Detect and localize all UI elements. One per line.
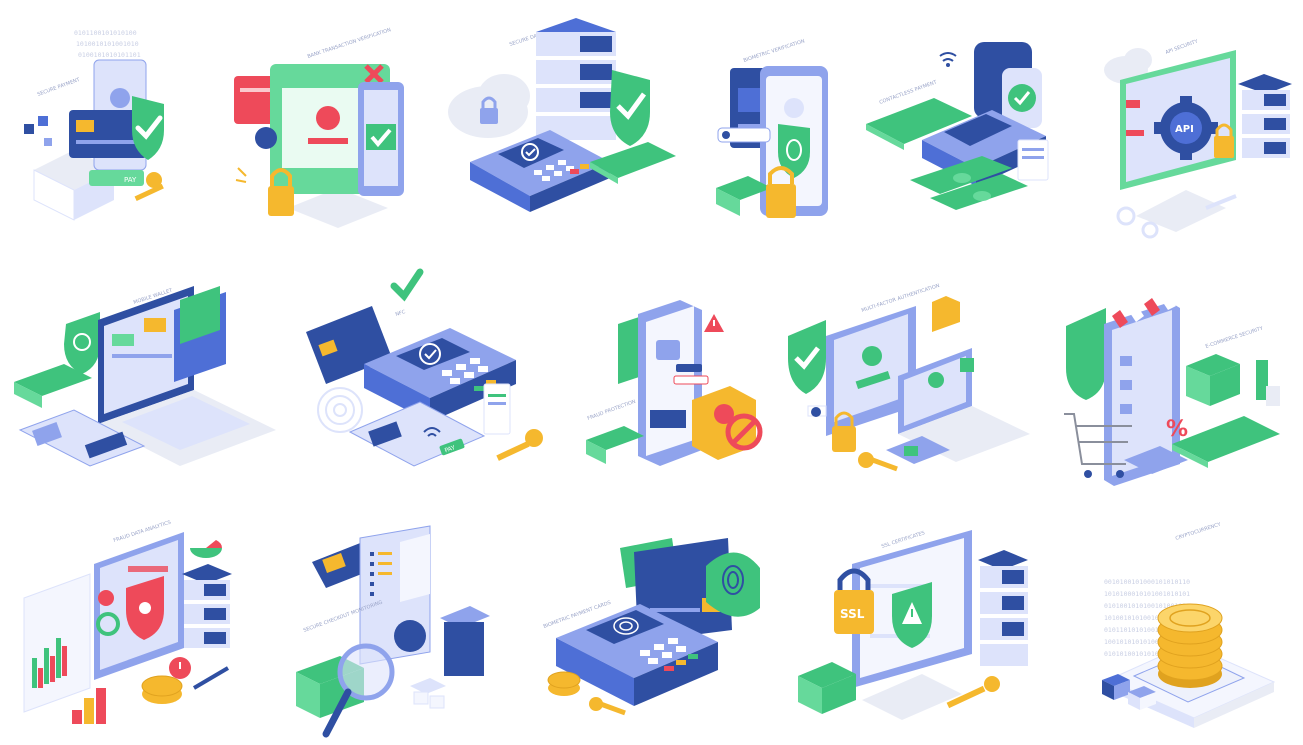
- svg-text:0101100101010100: 0101100101010100: [74, 29, 137, 37]
- svg-text:1010010101001010: 1010010101001010: [76, 40, 139, 48]
- fraud-protection-icon: FRAUD PROTECTION: [580, 300, 780, 480]
- label-nfc: NFC: [395, 309, 407, 318]
- label-fraud-protection: FRAUD PROTECTION: [587, 399, 637, 422]
- label-api-security: API SECURITY: [1165, 38, 1200, 56]
- label-biometric-verification: BIOMETRIC VERIFICATION: [743, 38, 806, 64]
- binary-line-2: 1010100010101001010101: [1104, 590, 1190, 598]
- secure-checkout-monitoring-icon: SECURE CHECKOUT MONITORING: [290, 522, 510, 742]
- api-text: API: [1175, 124, 1194, 135]
- ssl-certificates-icon: SSL CERTIFICATES SSL: [792, 524, 1052, 734]
- cryptocurrency-icon: CRYPTOCURRENCY 0010100101000101010110 10…: [1094, 521, 1294, 734]
- bank-transaction-verification-icon: BANK TRANSACTION VERIFICATION: [228, 27, 418, 228]
- binary-line-1: 0010100101000101010110: [1104, 578, 1190, 586]
- secure-data-systems-icon: SECURE DATA SYSTEMS: [440, 12, 680, 232]
- contactless-payment-icon: CONTACTLESS PAYMENT: [862, 28, 1082, 228]
- pay-button-text: PAY: [124, 176, 137, 184]
- ssl-text: SSL: [840, 607, 865, 621]
- fraud-data-analytics-icon: FRAUD DATA ANALYTICS: [14, 518, 244, 738]
- label-multi-factor-auth: MULTI-FACTOR AUTHENTICATION: [861, 283, 941, 314]
- ecommerce-security-icon: % E-COMMERCE SECURITY: [1060, 296, 1300, 496]
- nfc-terminal-icon: NFC PAY: [300, 262, 550, 492]
- secure-card-payment-icon: 0101100101010100 1010010101001010 010010…: [14, 20, 204, 221]
- svg-text:0100101010101101: 0100101010101101: [78, 51, 141, 59]
- mobile-wallet-icon: MOBILE WALLET: [4, 270, 284, 490]
- label-bank-transaction: BANK TRANSACTION VERIFICATION: [307, 27, 392, 60]
- label-ecommerce-security: E-COMMERCE SECURITY: [1205, 325, 1265, 350]
- biometric-verification-icon: BIOMETRIC VERIFICATION: [708, 28, 848, 228]
- multi-factor-authentication-icon: MULTI-FACTOR AUTHENTICATION: [786, 266, 1036, 486]
- label-secure-payment: SECURE PAYMENT: [37, 77, 82, 98]
- api-security-icon: API SECURITY API: [1096, 38, 1296, 240]
- label-cryptocurrency: CRYPTOCURRENCY: [1175, 521, 1223, 542]
- biometric-payment-cards-icon: BIOMETRIC PAYMENT CARDS: [540, 538, 780, 738]
- percent-sign: %: [1166, 417, 1188, 442]
- illustration-sheet: 0101100101010100 1010010101001010 010010…: [0, 0, 1303, 745]
